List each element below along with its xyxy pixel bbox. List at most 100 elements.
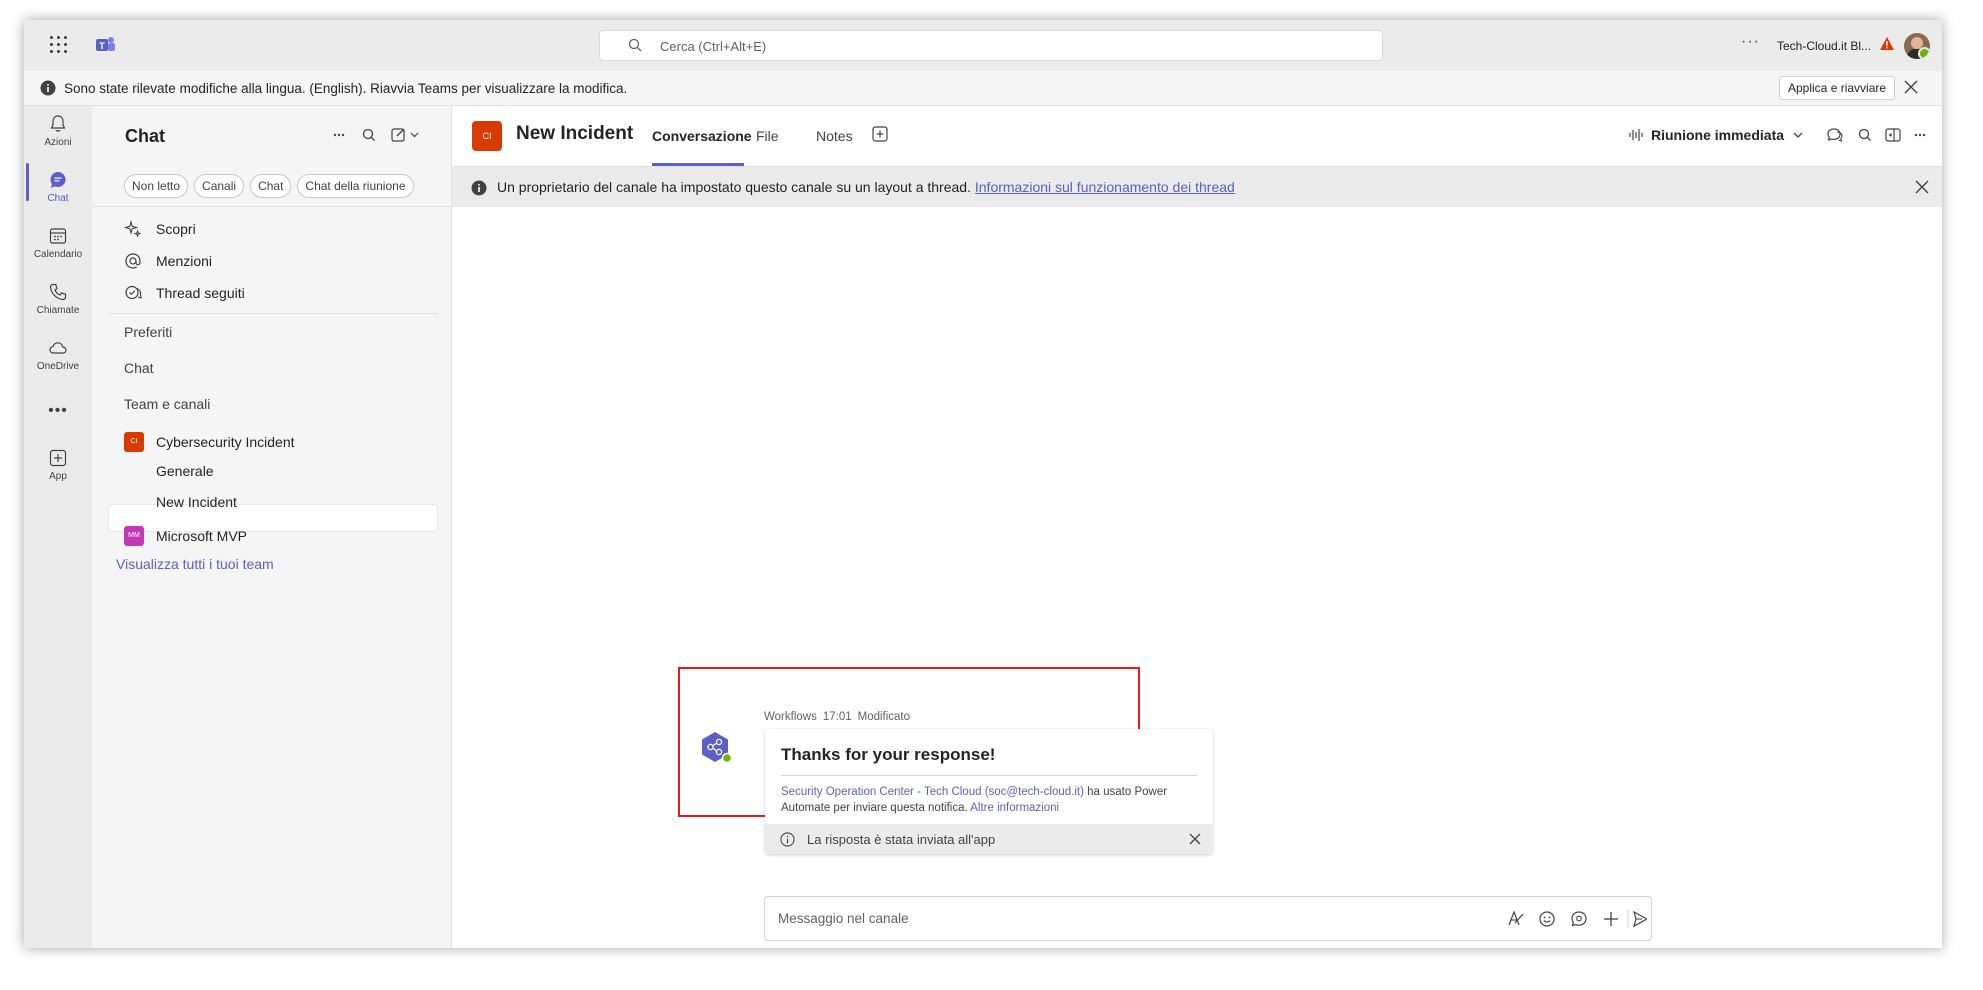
meet-now-button[interactable]: Riunione immediata (1651, 127, 1784, 143)
tab-files[interactable]: File (756, 128, 779, 144)
info-icon (780, 832, 795, 847)
thread-icon (124, 284, 142, 302)
warning-icon[interactable] (1880, 37, 1894, 50)
channel-name: Generale (156, 463, 214, 479)
rail-label: App (49, 471, 67, 482)
rail-label: Azioni (44, 137, 72, 148)
threads-info-link[interactable]: Informazioni sul funzionamento dei threa… (975, 179, 1235, 195)
banner-message: Un proprietario del canale ha impostato … (497, 179, 971, 195)
message-meta: Workflows 17:01 Modificato (764, 711, 916, 723)
search-icon (628, 38, 642, 52)
list-item-label: Scopri (156, 221, 196, 237)
rail-item-actions[interactable]: Azioni (24, 114, 92, 148)
list-item-label: Thread seguiti (156, 285, 245, 301)
add-app-icon (49, 449, 67, 467)
section-favorites[interactable]: Preferiti (124, 324, 172, 340)
rail-item-apps[interactable]: App (24, 448, 92, 482)
channel-avatar: CI (472, 121, 502, 151)
at-icon (124, 252, 142, 270)
rail-label: Chat (47, 193, 69, 204)
section-chat[interactable]: Chat (124, 360, 154, 376)
chat-bubbles-icon[interactable] (1827, 128, 1843, 142)
channel-title: New Incident (516, 123, 634, 144)
side-panel-icon[interactable] (1885, 128, 1901, 142)
more-icon[interactable] (333, 133, 345, 137)
rail-label: OneDrive (36, 361, 80, 372)
loop-icon[interactable] (1571, 911, 1587, 927)
plus-icon[interactable] (1604, 912, 1618, 926)
more-apps-button[interactable]: ••• (24, 402, 92, 420)
apply-restart-button[interactable]: Applica e riavviare (1779, 76, 1896, 100)
active-tab-indicator (652, 163, 744, 166)
search-placeholder: Cerca (Ctrl+Alt+E) (660, 39, 767, 54)
banner-text: Un proprietario del canale ha impostato … (497, 179, 1235, 195)
channel-name: New Incident (156, 494, 237, 510)
sender-link[interactable]: Security Operation Center - Tech Cloud (… (781, 786, 1084, 798)
card-body: Security Operation Center - Tech Cloud (… (781, 784, 1197, 816)
tenant-name[interactable]: Tech-Cloud.it Bl... (1777, 39, 1871, 53)
close-icon[interactable] (1915, 180, 1929, 194)
user-avatar[interactable] (1904, 33, 1930, 59)
team-avatar: MM (124, 526, 144, 546)
svg-text:T: T (99, 41, 105, 51)
close-icon[interactable] (1189, 833, 1201, 845)
sender-name: Workflows (764, 711, 817, 723)
see-all-teams-link[interactable]: Visualizza tutti i tuoi team (116, 556, 274, 572)
presence-available-icon (1918, 47, 1930, 59)
rail-item-calls[interactable]: Chiamate (24, 282, 92, 316)
teams-logo-icon: T (94, 34, 116, 56)
filter-meeting-chat[interactable]: Chat della riunione (297, 174, 414, 198)
search-input[interactable]: Cerca (Ctrl+Alt+E) (599, 30, 1383, 61)
rail-item-chat[interactable]: Chat (24, 170, 92, 204)
channel-pane: CI New Incident Conversazione File Notes… (452, 106, 1942, 948)
chevron-down-icon[interactable] (1792, 130, 1804, 140)
section-teams-channels[interactable]: Team e canali (124, 396, 210, 412)
divider (108, 313, 438, 314)
app-launcher-icon[interactable] (50, 36, 68, 54)
tab-conversation[interactable]: Conversazione (652, 128, 752, 144)
team-avatar: CI (124, 432, 144, 452)
divider (781, 775, 1197, 776)
format-icon[interactable] (1508, 910, 1524, 926)
info-icon (40, 80, 56, 96)
workflows-bot-avatar[interactable] (700, 731, 733, 764)
info-icon (471, 180, 487, 196)
close-icon[interactable] (1904, 80, 1918, 94)
search-icon[interactable] (1858, 128, 1871, 141)
rail-item-calendar[interactable]: Calendario (24, 226, 92, 260)
emoji-icon[interactable] (1539, 911, 1555, 927)
bell-icon (50, 115, 66, 132)
filter-pills: Non letto Canali Chat Chat della riunion… (124, 174, 414, 198)
phone-icon (49, 283, 67, 301)
sparkle-icon (124, 220, 142, 238)
message-composer[interactable]: Messaggio nel canale (764, 896, 1652, 941)
edited-label: Modificato (857, 711, 911, 723)
more-icon[interactable] (1914, 133, 1926, 137)
more-options-button[interactable]: ··· (1741, 33, 1760, 51)
filter-unread[interactable]: Non letto (124, 174, 189, 198)
calendar-icon (49, 228, 67, 244)
tab-notes[interactable]: Notes (816, 128, 853, 144)
title-bar: T Cerca (Ctrl+Alt+E) ··· Tech-Cloud.it B… (24, 20, 1942, 71)
add-tab-icon[interactable] (872, 126, 888, 142)
rail-label: Chiamate (36, 305, 80, 316)
message-time: 17:01 (822, 711, 852, 723)
team-name: Cybersecurity Incident (156, 434, 295, 450)
channel-header: CI New Incident Conversazione File Notes… (452, 106, 1942, 167)
new-chat-icon[interactable] (391, 128, 405, 142)
filter-chat[interactable]: Chat (250, 174, 292, 198)
filter-channels[interactable]: Canali (194, 174, 245, 198)
search-icon[interactable] (362, 128, 375, 141)
more-info-link[interactable]: Altre informazioni (970, 802, 1059, 814)
composer-placeholder: Messaggio nel canale (778, 911, 909, 926)
list-toolbar (332, 126, 442, 144)
notice-text: Sono state rilevate modifiche alla lingu… (64, 81, 628, 96)
response-sent-text: La risposta è stata inviata all'app (807, 832, 996, 847)
rail-item-onedrive[interactable]: OneDrive (24, 338, 92, 372)
send-icon[interactable] (1633, 910, 1647, 928)
chevron-down-icon[interactable] (410, 132, 419, 138)
list-title: Chat (125, 126, 165, 146)
rail-label: Calendario (33, 249, 83, 260)
audio-wave-icon (1628, 127, 1644, 143)
teams-window: T Cerca (Ctrl+Alt+E) ··· Tech-Cloud.it B… (24, 20, 1942, 948)
